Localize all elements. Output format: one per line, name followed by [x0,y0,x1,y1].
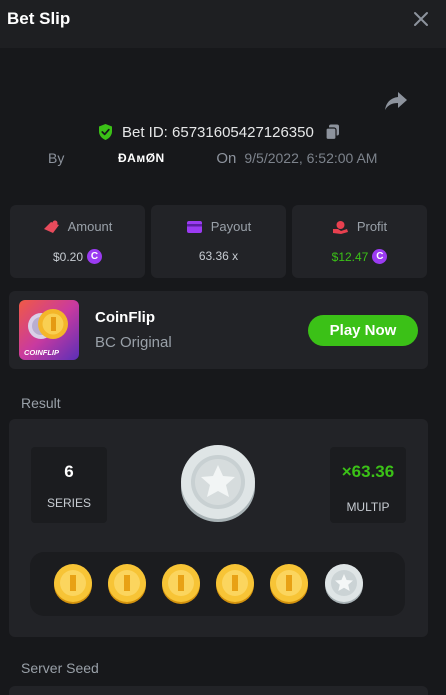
game-name: CoinFlip [95,309,155,326]
payout-icon [186,220,202,233]
payout-label: Payout [210,219,252,234]
server-seed-label: Server Seed [21,660,99,676]
coinflip-thumbnail[interactable]: COINFLIP [19,300,79,360]
thumbnail-text: COINFLIP [24,348,60,357]
username[interactable]: ĐΑмØΝ [76,151,206,165]
payout-card: Payout 63.36 x [151,205,286,278]
silver-coin-icon [325,564,363,604]
verified-shield-icon [99,124,112,140]
result-panel: 6 SERIES ×63.36 MULTIP [9,419,428,637]
play-now-button[interactable]: Play Now [308,315,418,346]
bet-id-row: Bet ID: 65731605427126350 [98,122,340,142]
payout-value: 63.36 x [198,249,239,263]
server-seed-field[interactable] [9,686,428,695]
currency-icon: C [372,249,388,264]
flip-results-track [30,552,405,616]
share-icon[interactable] [384,90,408,112]
bet-id-text: Bet ID: 65731605427126350 [122,123,314,141]
gold-coin-icon [108,564,146,604]
page-title: Bet Slip [7,9,71,28]
amount-value: $0.20 [52,249,84,264]
multiplier-box: ×63.36 MULTIP [330,447,406,523]
coinflip-thumbnail-art: COINFLIP [24,309,68,357]
gold-coin-icon [270,564,308,604]
profit-icon [332,220,348,234]
bet-slip-header: Bet Slip [0,0,446,48]
bet-byline: By ĐΑмØΝ On 9/5/2022, 6:52:00 AM [48,148,377,168]
series-label: SERIES [46,496,91,510]
copy-icon[interactable] [325,124,340,140]
amount-icon [43,220,59,233]
gold-coin-icon [162,564,200,604]
multiplier-value: ×63.36 [341,462,395,481]
profit-card: Profit $12.47 C [292,205,427,278]
silver-coin-icon [181,445,255,522]
on-label: On [216,149,237,167]
gold-coin-icon [54,564,92,604]
close-icon[interactable] [410,8,432,30]
gold-coin-icon [216,564,254,604]
amount-card: Amount $0.20 C [10,205,145,278]
series-box: 6 SERIES [31,447,107,523]
currency-icon: C [87,249,103,264]
profit-value: $12.47 [331,249,369,264]
game-card: COINFLIP CoinFlip BC Original Play Now [9,291,428,369]
profit-label: Profit [356,219,388,234]
by-label: By [48,150,65,166]
game-subtitle: BC Original [95,334,172,351]
bet-date: 9/5/2022, 6:52:00 AM [244,150,378,166]
amount-label: Amount [67,219,113,234]
multiplier-label: MULTIP [346,500,390,514]
series-value: 6 [64,462,74,481]
result-label: Result [21,395,61,411]
